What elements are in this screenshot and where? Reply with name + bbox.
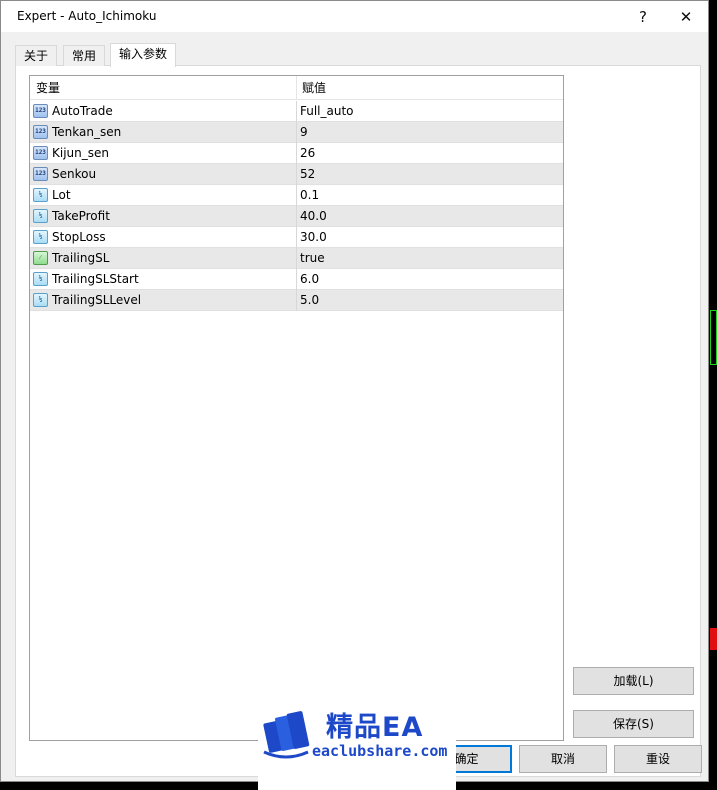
- double-icon: ½: [33, 293, 48, 307]
- bool-icon: ⁄: [33, 251, 48, 265]
- double-icon: ½: [33, 209, 48, 223]
- table-row[interactable]: ½ StopLoss 30.0: [30, 227, 563, 248]
- title-bar: Expert - Auto_Ichimoku ? ✕: [1, 1, 708, 32]
- param-value[interactable]: 52: [300, 164, 315, 185]
- load-button[interactable]: 加载(L): [573, 667, 694, 695]
- param-name: StopLoss: [52, 230, 106, 244]
- table-row[interactable]: ½ TrailingSLStart 6.0: [30, 269, 563, 290]
- param-name: TakeProfit: [52, 209, 110, 223]
- table-row[interactable]: 123 Senkou 52: [30, 164, 563, 185]
- param-name: TrailingSL: [52, 251, 110, 265]
- table-row[interactable]: 123 Kijun_sen 26: [30, 143, 563, 164]
- tab-common[interactable]: 常用: [63, 45, 106, 66]
- param-value[interactable]: 9: [300, 122, 308, 143]
- int-icon: 123: [33, 104, 48, 118]
- param-value[interactable]: 30.0: [300, 227, 327, 248]
- watermark-title: 精品EA: [326, 712, 424, 743]
- param-value[interactable]: 6.0: [300, 269, 319, 290]
- parameters-grid: 变量 赋值 123 AutoTrade Full_auto 123 Tenkan…: [29, 75, 564, 741]
- param-name: Lot: [52, 188, 71, 202]
- param-value[interactable]: 26: [300, 143, 315, 164]
- tab-about[interactable]: 关于: [15, 45, 58, 66]
- watermark-url: eaclubshare.com: [312, 742, 448, 760]
- table-row[interactable]: 123 Tenkan_sen 9: [30, 122, 563, 143]
- close-button[interactable]: ✕: [668, 4, 704, 30]
- books-logo-icon: [263, 711, 310, 759]
- window-title: Expert - Auto_Ichimoku: [17, 9, 157, 23]
- param-value[interactable]: 5.0: [300, 290, 319, 311]
- table-row[interactable]: ⁄ TrailingSL true: [30, 248, 563, 269]
- chart-bar: [710, 628, 717, 650]
- double-icon: ½: [33, 272, 48, 286]
- grid-header: 变量 赋值: [30, 76, 563, 100]
- int-icon: 123: [33, 167, 48, 181]
- column-header-value[interactable]: 赋值: [296, 76, 326, 100]
- double-icon: ½: [33, 230, 48, 244]
- double-icon: ½: [33, 188, 48, 202]
- param-value[interactable]: 40.0: [300, 206, 327, 227]
- column-header-variable[interactable]: 变量: [30, 76, 60, 100]
- reset-button[interactable]: 重设: [614, 745, 702, 773]
- param-value[interactable]: 0.1: [300, 185, 319, 206]
- param-name: Kijun_sen: [52, 146, 109, 160]
- help-button[interactable]: ?: [625, 4, 661, 30]
- param-name: AutoTrade: [52, 104, 113, 118]
- param-name: TrailingSLLevel: [52, 293, 142, 307]
- cancel-button[interactable]: 取消: [519, 745, 607, 773]
- int-icon: 123: [33, 125, 48, 139]
- param-value[interactable]: true: [300, 248, 325, 269]
- param-name: TrailingSLStart: [52, 272, 139, 286]
- int-icon: 123: [33, 146, 48, 160]
- watermark: 精品EA eaclubshare.com: [258, 700, 456, 790]
- table-row[interactable]: 123 AutoTrade Full_auto: [30, 101, 563, 122]
- param-name: Senkou: [52, 167, 97, 181]
- table-row[interactable]: ½ Lot 0.1: [30, 185, 563, 206]
- expert-dialog: Expert - Auto_Ichimoku ? ✕ 关于 常用 输入参数 变量…: [0, 0, 709, 782]
- param-value[interactable]: Full_auto: [300, 101, 354, 122]
- table-row[interactable]: ½ TrailingSLLevel 5.0: [30, 290, 563, 311]
- param-name: Tenkan_sen: [52, 125, 122, 139]
- tab-inputs[interactable]: 输入参数: [110, 43, 177, 67]
- save-button[interactable]: 保存(S): [573, 710, 694, 738]
- chart-bar: [710, 310, 717, 365]
- table-row[interactable]: ½ TakeProfit 40.0: [30, 206, 563, 227]
